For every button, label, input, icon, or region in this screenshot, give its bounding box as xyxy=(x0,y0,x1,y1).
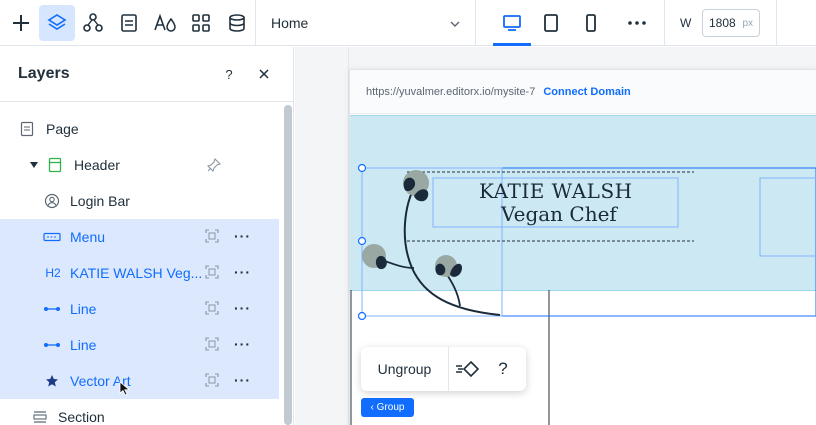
layer-item-line[interactable]: Line ··· xyxy=(0,291,279,327)
pages-icon[interactable] xyxy=(111,5,147,41)
layer-label: Login Bar xyxy=(70,193,130,209)
login-icon xyxy=(43,192,61,210)
menu-icon xyxy=(43,228,61,246)
more-actions-icon[interactable]: ··· xyxy=(234,264,251,280)
site-url-bar: https://yuvalmer.editorx.io/mysite-7 Con… xyxy=(350,70,816,114)
line-icon xyxy=(43,336,61,354)
more-actions-icon[interactable]: ··· xyxy=(234,336,251,352)
chevron-down-icon xyxy=(449,17,461,33)
layers-icon[interactable] xyxy=(39,5,75,41)
page-selector[interactable]: Home xyxy=(271,0,471,46)
canvas-margin xyxy=(295,47,349,425)
more-actions-icon[interactable]: ··· xyxy=(234,372,251,388)
width-label: W xyxy=(680,16,692,30)
more-actions-icon[interactable]: ··· xyxy=(234,228,251,244)
layers-panel-header: Layers ? xyxy=(0,47,294,102)
layer-label: Page xyxy=(46,121,79,137)
more-icon[interactable] xyxy=(619,5,655,41)
layers-scrollbar[interactable] xyxy=(284,105,292,425)
layer-label: Line xyxy=(70,337,97,353)
select-icon[interactable] xyxy=(205,373,219,390)
mobile-icon[interactable] xyxy=(573,5,609,41)
layer-item-header[interactable]: Header xyxy=(0,147,279,183)
site-subtitle[interactable]: Vegan Chef xyxy=(501,202,617,226)
animation-icon[interactable] xyxy=(453,357,481,381)
connect-domain-link[interactable]: Connect Domain xyxy=(543,86,630,98)
layer-label: Section xyxy=(58,409,105,425)
close-icon[interactable] xyxy=(255,65,273,83)
apps-icon[interactable] xyxy=(183,5,219,41)
width-input[interactable]: 1808 px xyxy=(702,9,760,37)
layer-label: Menu xyxy=(70,229,106,245)
select-icon[interactable] xyxy=(205,229,219,246)
toolbar-divider xyxy=(776,0,777,46)
cursor-icon xyxy=(116,380,134,398)
width-value: 1808 xyxy=(709,16,736,30)
section-icon xyxy=(31,408,49,425)
desktop-icon[interactable] xyxy=(494,5,530,41)
layer-label: KATIE WALSH Veg... xyxy=(70,265,203,281)
panel-title: Layers xyxy=(18,65,70,82)
toolbar-divider xyxy=(664,0,665,46)
heading-icon: H2 xyxy=(45,266,61,280)
layer-item-vector-art[interactable]: Vector Art ··· xyxy=(0,363,279,399)
layer-label: Header xyxy=(74,157,120,173)
star-icon xyxy=(43,372,61,390)
theme-icon[interactable] xyxy=(147,5,183,41)
group-tag[interactable]: ‹ Group xyxy=(361,398,414,417)
layers-panel: Layers ? Page Header Login Bar Menu ··· … xyxy=(0,47,294,425)
layer-item-login-bar[interactable]: Login Bar xyxy=(0,183,279,219)
layer-item-heading[interactable]: H2 KATIE WALSH Veg... ··· xyxy=(0,255,279,291)
layer-item-line[interactable]: Line ··· xyxy=(0,327,279,363)
page-name: Home xyxy=(271,15,309,31)
pin-icon[interactable] xyxy=(205,156,223,174)
more-actions-icon[interactable]: ··· xyxy=(234,300,251,316)
select-icon[interactable] xyxy=(205,337,219,354)
site-title[interactable]: KATIE WALSH xyxy=(479,179,633,203)
site-url: https://yuvalmer.editorx.io/mysite-7 xyxy=(366,85,536,98)
tablet-icon[interactable] xyxy=(533,5,569,41)
layer-item-menu[interactable]: Menu ··· xyxy=(0,219,279,255)
width-unit: px xyxy=(742,18,753,29)
select-icon[interactable] xyxy=(205,301,219,318)
active-device-indicator xyxy=(493,43,531,46)
layer-item-page[interactable]: Page xyxy=(0,111,279,147)
line-icon xyxy=(43,300,61,318)
caret-down-icon[interactable] xyxy=(25,156,43,174)
layer-label: Line xyxy=(70,301,97,317)
cms-icon[interactable] xyxy=(219,5,255,41)
header-icon xyxy=(46,156,64,174)
connections-icon[interactable] xyxy=(75,5,111,41)
help-button[interactable]: ? xyxy=(491,357,515,381)
top-toolbar: Home W 1808 px xyxy=(0,0,816,46)
add-icon[interactable] xyxy=(3,5,39,41)
page-icon xyxy=(18,120,36,138)
group-floating-toolbar: Ungroup ? xyxy=(361,347,526,391)
ungroup-button[interactable]: Ungroup xyxy=(361,347,449,391)
select-icon[interactable] xyxy=(205,265,219,282)
layer-item-section[interactable]: Section xyxy=(0,399,279,425)
help-icon[interactable]: ? xyxy=(220,65,238,83)
toolbar-divider xyxy=(255,0,256,46)
toolbar-divider xyxy=(475,0,476,46)
